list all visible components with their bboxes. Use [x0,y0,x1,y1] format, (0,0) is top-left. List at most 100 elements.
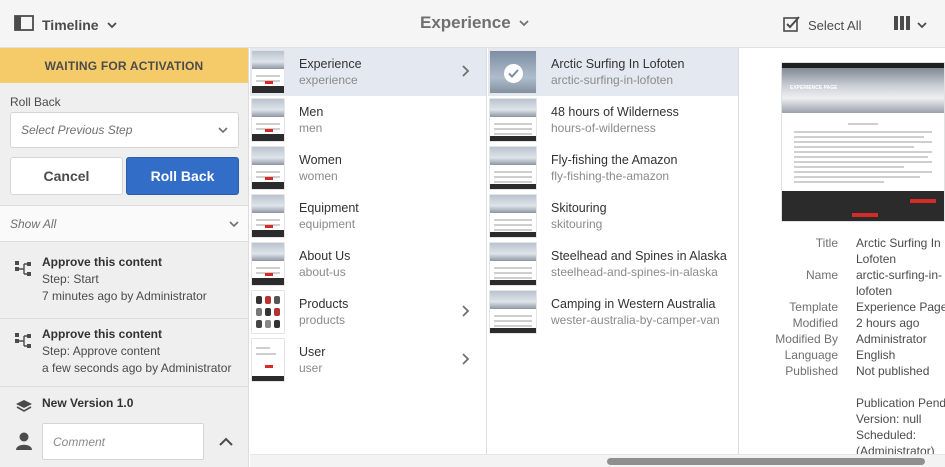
list-item[interactable]: Women women [250,144,486,192]
page-thumbnail [251,338,285,382]
item-title: Fly-fishing the Amazon [551,153,678,167]
select-all-label: Select All [808,17,862,33]
version-title: New Version 1.0 [42,396,134,410]
workflow-icon [15,333,33,352]
item-title: User [299,345,326,359]
page-thumbnail [489,194,537,238]
rollback-button[interactable]: Roll Back [126,157,239,195]
event-step: Step: Approve content [42,344,161,358]
item-subtitle: equipment [299,217,356,231]
select-all-button[interactable]: Select All [783,15,861,35]
previous-step-select[interactable]: Select Previous Step [10,112,239,148]
item-subtitle: hours-of-wilderness [551,121,656,135]
cancel-button[interactable]: Cancel [10,157,123,195]
list-item[interactable]: Products products [250,288,486,336]
checkmark-icon [504,64,523,83]
property-row: Published Not published [740,363,945,379]
timeline-filter[interactable]: Show All [0,205,248,242]
property-value: Arctic Surfing In Lofoten [856,236,941,266]
item-subtitle: experience [299,73,358,87]
event-title: Approve this content [42,327,163,341]
properties-list: Title Arctic Surfing In Lofoten Name arct… [740,235,945,459]
comment-row: Comment [0,423,248,467]
scrollbar-thumb[interactable] [607,458,925,465]
item-title: Products [299,297,349,311]
page-thumbnail [489,50,537,94]
chevron-down-icon [917,18,927,32]
item-subtitle: about-us [299,265,346,279]
item-title: Experience [299,57,362,71]
top-bar: Timeline Experience Select All [0,0,945,48]
list-item[interactable]: 48 hours of Wilderness hours-of-wildernes… [488,96,738,144]
property-value: English [856,348,896,362]
view-switcher[interactable] [893,15,927,34]
item-title: Women [299,153,342,167]
event-step: Step: Start [42,272,99,286]
rail-switcher[interactable]: Timeline [14,14,117,35]
preview-title: EXPERIENCE PAGE [790,85,838,91]
property-value: Administrator [856,332,927,346]
item-title: 48 hours of Wilderness [551,105,679,119]
column-experience: Arctic Surfing In Lofoten arctic-surfing-… [488,48,739,454]
property-value: 2 hours ago [856,316,920,330]
chevron-up-icon[interactable] [219,436,233,450]
chevron-down-icon [519,16,529,30]
item-subtitle: men [299,121,323,135]
list-item[interactable]: About Us about-us [250,240,486,288]
property-key: Modified [792,316,838,330]
list-item[interactable]: User user [250,336,486,384]
item-title: Arctic Surfing In Lofoten [551,57,685,71]
column-view-icon [893,15,911,34]
layers-icon [15,399,33,416]
item-title: Men [299,105,324,119]
page-thumbnail [251,290,285,334]
page-thumbnail [489,242,537,286]
list-item[interactable]: Steelhead and Spines in Alaska steelhead-… [488,240,738,288]
item-subtitle: user [299,361,323,375]
property-row: Publication Pending Version: null Schedu… [740,395,945,459]
timeline-version[interactable]: New Version 1.0 [0,388,248,421]
property-row: Template Experience Page [740,299,945,315]
item-subtitle: products [299,313,346,327]
item-title: About Us [299,249,351,263]
page-thumbnail [251,98,285,142]
list-item[interactable]: Arctic Surfing In Lofoten arctic-surfing-… [488,48,738,96]
column-sites: Experience experience Men men Women women E… [250,48,487,454]
item-subtitle: steelhead-and-spines-in-alaska [551,265,718,279]
breadcrumb[interactable]: Experience [420,13,529,33]
list-item[interactable]: Men men [250,96,486,144]
property-value: Not published [856,364,930,378]
list-item[interactable]: Equipment equipment [250,192,486,240]
list-item[interactable]: Skitouring skitouring [488,192,738,240]
timeline-filter-label: Show All [10,216,57,231]
rail-switcher-label: Timeline [42,16,99,33]
property-key: Name [805,268,838,282]
property-row: Modified By Administrator [740,331,945,347]
list-item[interactable]: Fly-fishing the Amazon fly-fishing-the-am… [488,144,738,192]
property-row: Title Arctic Surfing In Lofoten [740,235,945,267]
item-subtitle: skitouring [551,217,603,231]
timeline-event[interactable]: Approve this content Step: Approve conte… [0,319,248,387]
comment-input[interactable]: Comment [42,423,204,460]
detail-panel: EXPERIENCE PAGE Title Arctic Surfing In L… [740,48,945,467]
event-time: 7 minutes ago by Administrator [42,289,207,303]
list-item[interactable]: Camping in Western Australia wester-austr… [488,288,738,336]
list-item[interactable]: Experience experience [250,48,486,96]
item-subtitle: arctic-surfing-in-lofoten [551,73,674,87]
page-thumbnail [489,290,537,334]
property-key [740,395,856,459]
horizontal-scrollbar[interactable] [250,454,945,467]
property-row: Name arctic-surfing-in-lofoten [740,267,945,299]
item-subtitle: fly-fishing-the-amazon [551,169,670,183]
property-row: Modified 2 hours ago [740,315,945,331]
item-title: Equipment [299,201,359,215]
previous-step-placeholder: Select Previous Step [21,123,133,137]
property-value: arctic-surfing-in-lofoten [856,268,943,298]
page-thumbnail [251,242,285,286]
rollback-label: Roll Back [10,95,61,109]
item-title: Camping in Western Australia [551,297,716,311]
page-thumbnail [251,50,285,94]
timeline-event[interactable]: Approve this content Step: Start 7 minut… [0,247,248,319]
item-title: Steelhead and Spines in Alaska [551,249,727,263]
comment-placeholder: Comment [53,434,106,449]
